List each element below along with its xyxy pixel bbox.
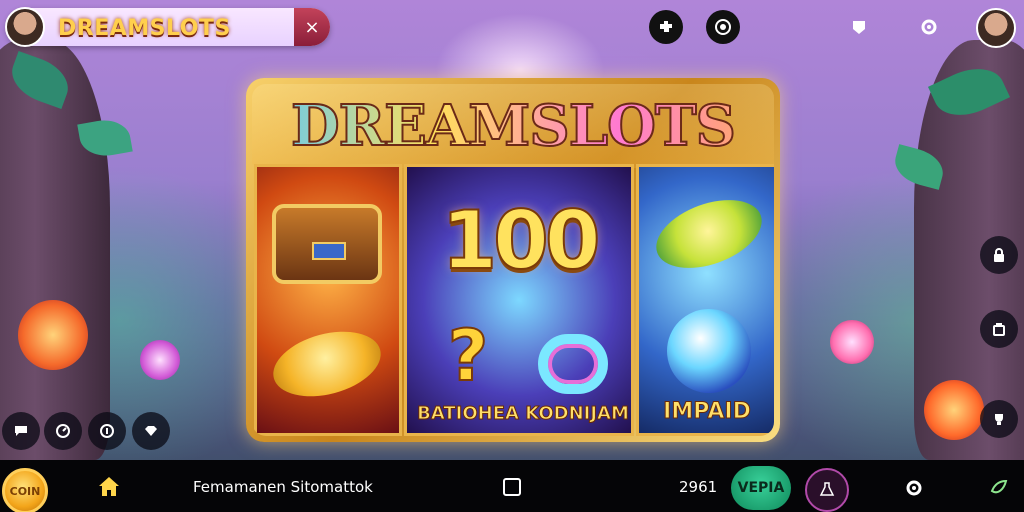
reel-label-right: IMPAID bbox=[663, 399, 752, 425]
player-avatar[interactable] bbox=[5, 7, 45, 47]
bag-icon[interactable] bbox=[980, 310, 1018, 348]
info-icon[interactable] bbox=[88, 412, 126, 450]
flower-decoration bbox=[924, 380, 984, 440]
compass-icon[interactable] bbox=[44, 412, 82, 450]
game-logo: DREAMSLOTS bbox=[252, 84, 774, 168]
top-bar: DREAMSLOTS × bbox=[0, 0, 1024, 54]
profile-avatar[interactable] bbox=[976, 8, 1016, 48]
flower-decoration bbox=[140, 340, 180, 380]
reel-label-left: BATIOHEA KODNIJAM bbox=[417, 403, 630, 425]
flower-decoration bbox=[830, 320, 874, 364]
flask-icon[interactable] bbox=[805, 468, 849, 512]
flower-decoration bbox=[18, 300, 88, 370]
gear-icon[interactable] bbox=[894, 468, 934, 508]
treasure-chest-icon bbox=[272, 204, 382, 284]
question-mark-icon: ? bbox=[447, 314, 490, 398]
brand-title: DREAMSLOTS bbox=[58, 16, 231, 41]
gear-icon[interactable] bbox=[912, 10, 946, 44]
trophy-icon[interactable] bbox=[980, 400, 1018, 438]
shield-icon[interactable] bbox=[842, 10, 876, 44]
vepia-button[interactable]: VEPIA bbox=[731, 466, 791, 510]
target-icon[interactable] bbox=[706, 10, 740, 44]
lock-icon[interactable] bbox=[980, 236, 1018, 274]
big-number: 100 bbox=[441, 193, 602, 288]
leaf-icon[interactable] bbox=[979, 468, 1019, 508]
balance-count: 2961 bbox=[679, 478, 718, 496]
game-screen: DREAMSLOTS × DREAMSLOTS 100 ? BATIOHEA K… bbox=[0, 0, 1024, 512]
square-icon[interactable] bbox=[503, 478, 521, 496]
footer-text: Femamanen Sitomattok bbox=[193, 478, 373, 496]
knot-icon bbox=[538, 334, 608, 394]
brand-pill: DREAMSLOTS × bbox=[5, 7, 330, 47]
coin-icon[interactable]: COIN bbox=[2, 468, 48, 512]
game-frame-inner: DREAMSLOTS 100 ? BATIOHEA KODNIJAM IMPAI… bbox=[252, 84, 774, 436]
puzzle-icon[interactable] bbox=[649, 10, 683, 44]
game-frame: DREAMSLOTS 100 ? BATIOHEA KODNIJAM IMPAI… bbox=[246, 78, 780, 442]
orb-icon bbox=[667, 309, 751, 393]
close-button[interactable]: × bbox=[294, 8, 330, 46]
home-icon[interactable] bbox=[96, 474, 122, 500]
diamond-icon[interactable] bbox=[132, 412, 170, 450]
chat-icon[interactable] bbox=[2, 412, 40, 450]
